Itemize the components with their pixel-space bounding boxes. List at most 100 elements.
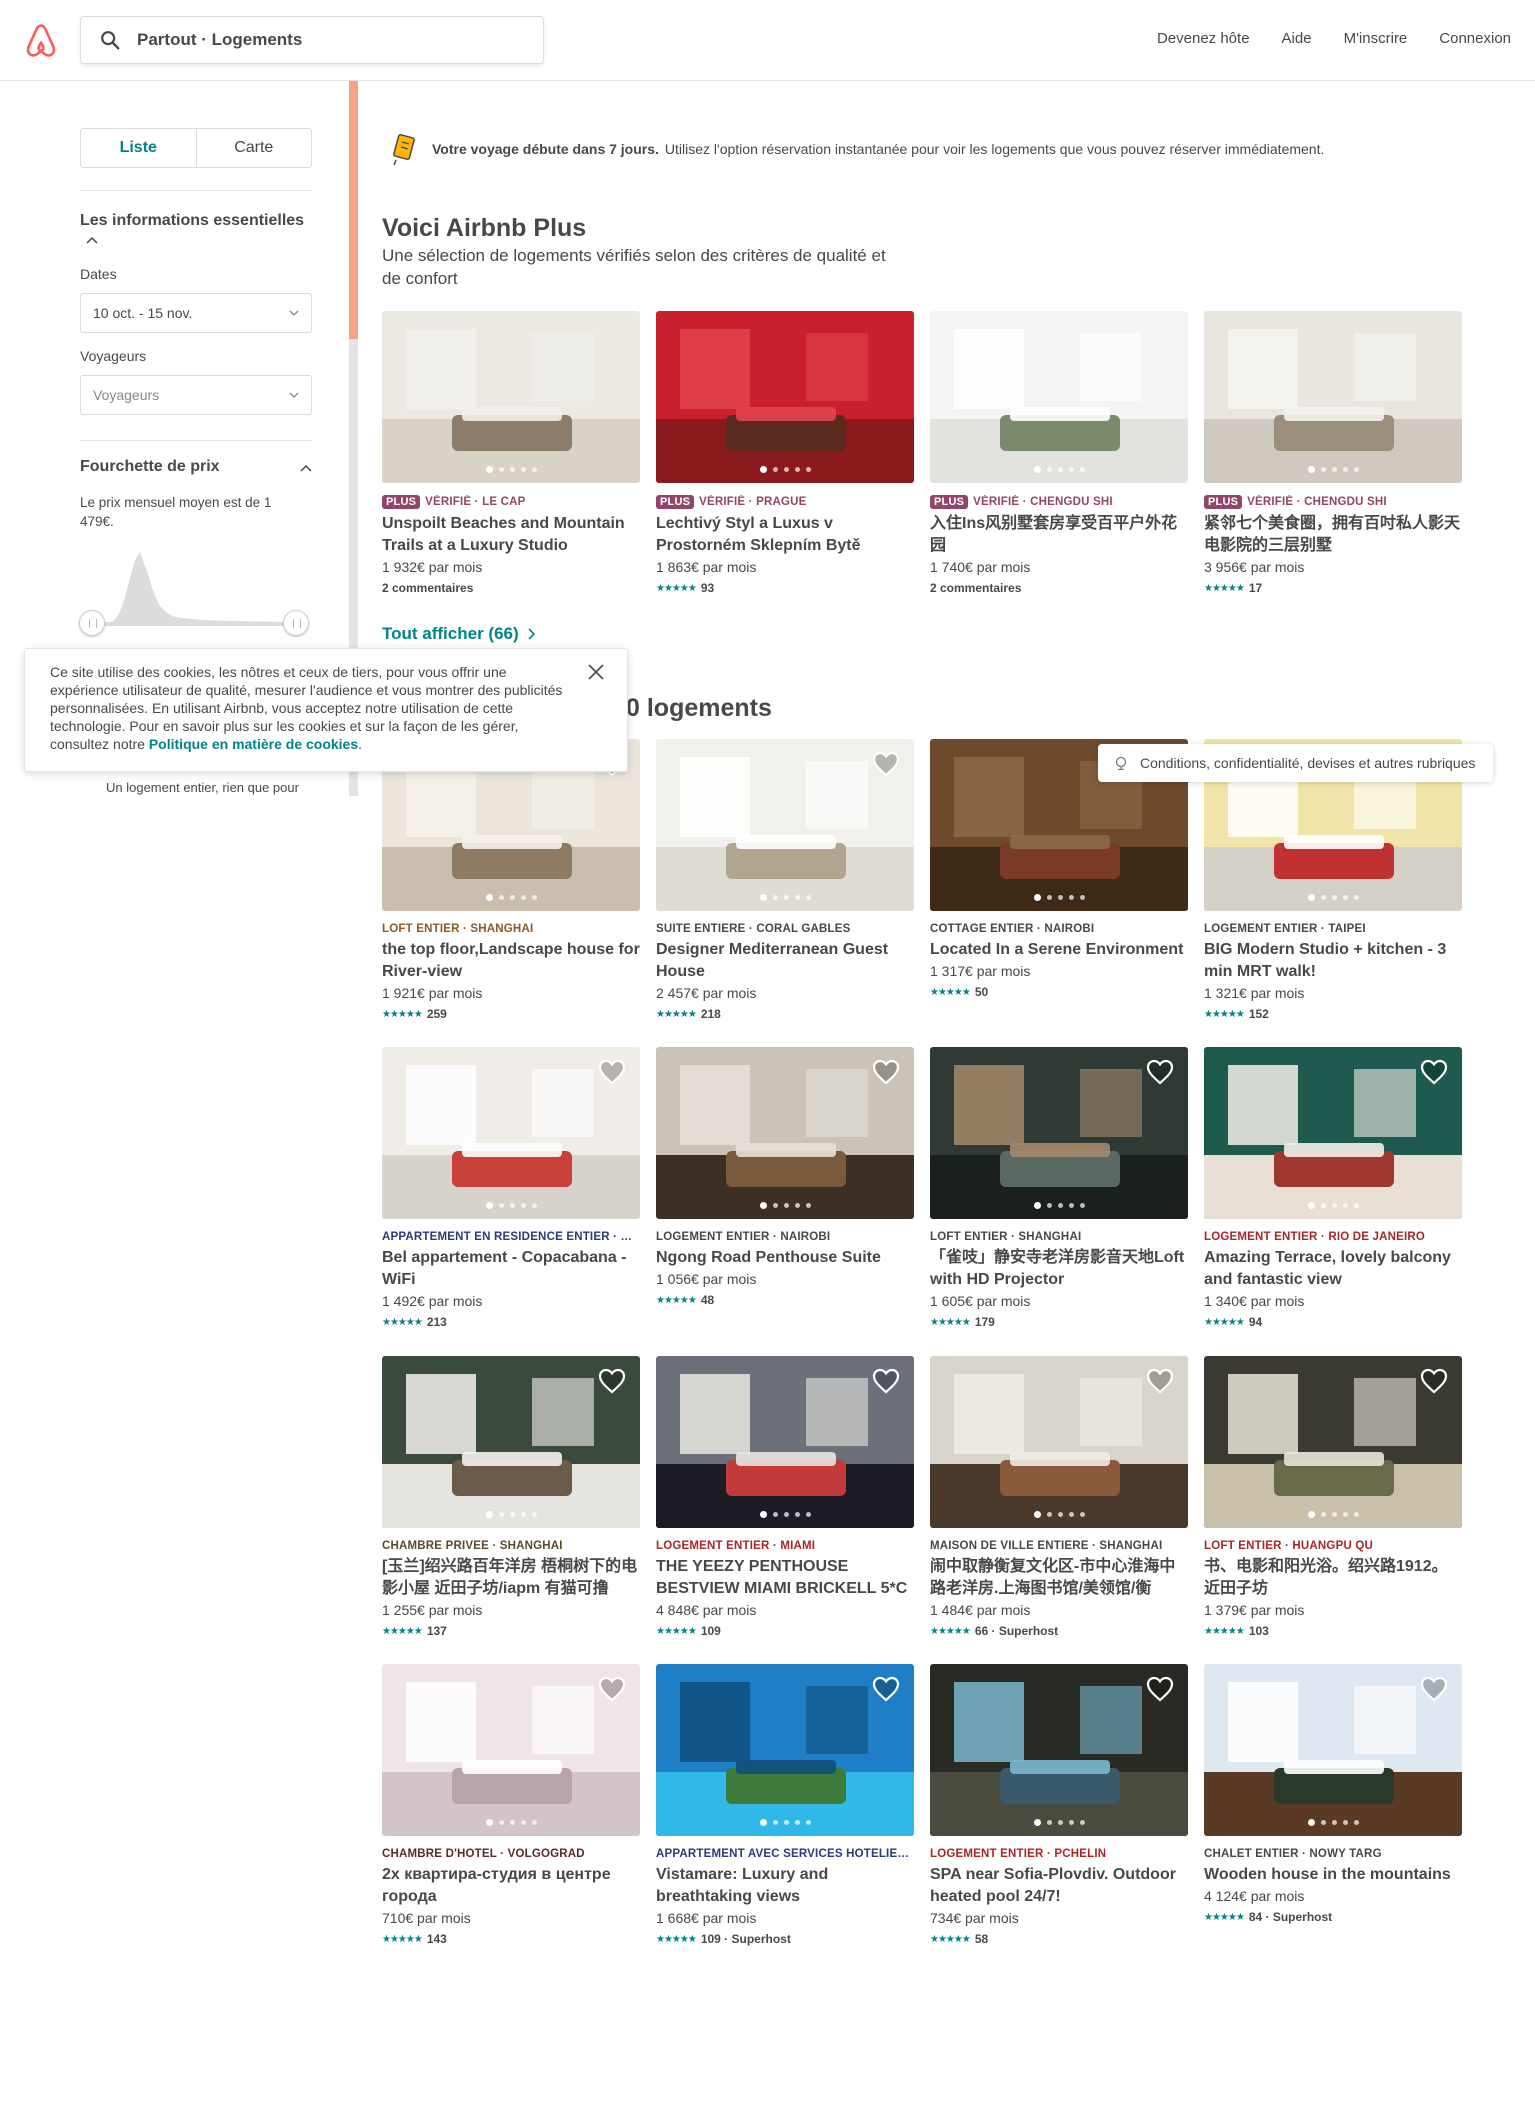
- listing-photo[interactable]: [1204, 311, 1462, 483]
- listing-name[interactable]: Unspoilt Beaches and Mountain Trails at …: [382, 513, 640, 557]
- nav-signup[interactable]: M'inscrire: [1344, 26, 1408, 51]
- chevron-up-icon[interactable]: [86, 236, 98, 244]
- listing-card[interactable]: LOGEMENT ENTIER · MIAMI THE YEEZY PENTHO…: [656, 1356, 914, 1638]
- price-slider-min-handle[interactable]: [79, 610, 105, 636]
- price-slider-max-handle[interactable]: [283, 610, 309, 636]
- listing-photo[interactable]: [1204, 1356, 1462, 1528]
- listing-name[interactable]: Wooden house in the mountains: [1204, 1864, 1462, 1886]
- carousel-dots[interactable]: [656, 1819, 914, 1826]
- listing-photo[interactable]: [1204, 1664, 1462, 1836]
- show-all-link[interactable]: Tout afficher (66): [382, 624, 535, 644]
- carousel-dots[interactable]: [382, 466, 640, 473]
- listing-photo[interactable]: [382, 1047, 640, 1219]
- carousel-dots[interactable]: [656, 466, 914, 473]
- listing-photo[interactable]: [1204, 1047, 1462, 1219]
- carousel-dots[interactable]: [656, 1511, 914, 1518]
- heart-icon[interactable]: [872, 1059, 900, 1085]
- plus-listing-card[interactable]: PLUS VÉRIFIÉ · CHENGDU SHI 紧邻七个美食圈，拥有百吋私人…: [1204, 311, 1462, 595]
- listing-photo[interactable]: [382, 1356, 640, 1528]
- listing-card[interactable]: MAISON DE VILLE ENTIÈRE · SHANGHAI 闹中取静衡…: [930, 1356, 1188, 1638]
- listing-name[interactable]: 紧邻七个美食圈，拥有百吋私人影天电影院的三层别墅: [1204, 513, 1462, 557]
- listing-photo[interactable]: [930, 1664, 1188, 1836]
- heart-icon[interactable]: [1146, 1059, 1174, 1085]
- carousel-dots[interactable]: [1204, 1202, 1462, 1209]
- listing-card[interactable]: LOFT ENTIER · SHANGHAÏ the top floor,Lan…: [382, 739, 640, 1021]
- listing-photo[interactable]: [656, 311, 914, 483]
- listing-photo[interactable]: [930, 1356, 1188, 1528]
- listing-name[interactable]: Ngong Road Penthouse Suite: [656, 1247, 914, 1269]
- heart-icon[interactable]: [1420, 1368, 1448, 1394]
- heart-icon[interactable]: [1146, 1368, 1174, 1394]
- carousel-dots[interactable]: [382, 1819, 640, 1826]
- listing-name[interactable]: [玉兰]绍兴路百年洋房 梧桐树下的电影小屋 近田子坊/iapm 有猫可撸: [382, 1556, 640, 1600]
- footer-links-button[interactable]: Conditions, confidentialité, devises et …: [1098, 744, 1494, 782]
- carousel-dots[interactable]: [656, 1202, 914, 1209]
- listing-name[interactable]: THE YEEZY PENTHOUSE BESTVIEW MIAMI BRICK…: [656, 1556, 914, 1600]
- listing-name[interactable]: 「雀吱」静安寺老洋房影音天地Loft with HD Projector: [930, 1247, 1188, 1291]
- carousel-dots[interactable]: [930, 1819, 1188, 1826]
- heart-icon[interactable]: [598, 1676, 626, 1702]
- listing-card[interactable]: CHALET ENTIER · NOWY TARG Wooden house i…: [1204, 1664, 1462, 1924]
- listing-card[interactable]: LOGEMENT ENTIER · NAIROBI Ngong Road Pen…: [656, 1047, 914, 1307]
- listing-name[interactable]: Bel appartement - Copacabana - WiFi: [382, 1247, 640, 1291]
- listing-name[interactable]: the top floor,Landscape house for River-…: [382, 939, 640, 983]
- carousel-dots[interactable]: [382, 1202, 640, 1209]
- carousel-dots[interactable]: [1204, 466, 1462, 473]
- listing-card[interactable]: LOFT ENTIER · HUANGPU QU 书、电影和阳光浴。绍兴路191…: [1204, 1356, 1462, 1638]
- listing-name[interactable]: BIG Modern Studio + kitchen - 3 min MRT …: [1204, 939, 1462, 983]
- carousel-dots[interactable]: [1204, 1819, 1462, 1826]
- heart-icon[interactable]: [872, 751, 900, 777]
- listing-name[interactable]: Vistamare: Luxury and breathtaking views: [656, 1864, 914, 1908]
- listing-photo[interactable]: [930, 1047, 1188, 1219]
- listing-photo[interactable]: [382, 1664, 640, 1836]
- listing-card[interactable]: APPARTEMENT EN RÉSIDENCE ENTIER · RI... …: [382, 1047, 640, 1329]
- listing-card[interactable]: LOGEMENT ENTIER · RIO DE JANEIRO Amazing…: [1204, 1047, 1462, 1329]
- listing-name[interactable]: 闹中取静衡复文化区-市中心淮海中路老洋房.上海图书馆/美领馆/衡: [930, 1556, 1188, 1600]
- nav-become-host[interactable]: Devenez hôte: [1157, 26, 1250, 51]
- listing-photo[interactable]: [930, 311, 1188, 483]
- carousel-dots[interactable]: [656, 894, 914, 901]
- airbnb-logo-icon[interactable]: [22, 22, 60, 60]
- carousel-dots[interactable]: [1204, 894, 1462, 901]
- listing-name[interactable]: Located In a Serene Environment: [930, 939, 1188, 961]
- listing-name[interactable]: 2х квартира-студия в центре города: [382, 1864, 640, 1908]
- heart-icon[interactable]: [1420, 1676, 1448, 1702]
- listing-photo[interactable]: [656, 1047, 914, 1219]
- plus-listing-card[interactable]: PLUS VÉRIFIÉ · PRAGUE Lechtivý Styl a Lux…: [656, 311, 914, 595]
- heart-icon[interactable]: [872, 1368, 900, 1394]
- carousel-dots[interactable]: [382, 894, 640, 901]
- search-bar[interactable]: Partout · Logements: [80, 16, 544, 64]
- cookie-policy-link[interactable]: Politique en matière de cookies: [149, 736, 358, 752]
- listing-card[interactable]: CHAMBRE D'HÔTEL · VOLGOGRAD 2х квартира-…: [382, 1664, 640, 1946]
- heart-icon[interactable]: [1146, 1676, 1174, 1702]
- listing-name[interactable]: Amazing Terrace, lovely balcony and fant…: [1204, 1247, 1462, 1291]
- price-range-title[interactable]: Fourchette de prix: [80, 458, 220, 476]
- dates-select[interactable]: 10 oct. - 15 nov.: [80, 293, 312, 333]
- listing-name[interactable]: SPA near Sofia-Plovdiv. Outdoor heated p…: [930, 1864, 1188, 1908]
- plus-listing-card[interactable]: PLUS VÉRIFIÉ · LE CAP Unspoilt Beaches an…: [382, 311, 640, 595]
- listing-name[interactable]: 书、电影和阳光浴。绍兴路1912。近田子坊: [1204, 1556, 1462, 1600]
- plus-listing-card[interactable]: PLUS VÉRIFIÉ · CHENGDU SHI 入住Ins风别墅套房享受百平…: [930, 311, 1188, 595]
- carousel-dots[interactable]: [930, 1511, 1188, 1518]
- carousel-dots[interactable]: [930, 894, 1188, 901]
- scrollbar-thumb[interactable]: [349, 81, 358, 339]
- map-view-button[interactable]: Carte: [197, 129, 312, 167]
- listing-card[interactable]: LOFT ENTIER · SHANGHAI 「雀吱」静安寺老洋房影音天地Lof…: [930, 1047, 1188, 1329]
- listing-photo[interactable]: [656, 739, 914, 911]
- carousel-dots[interactable]: [382, 1511, 640, 1518]
- travelers-select[interactable]: Voyageurs: [80, 375, 312, 415]
- close-icon[interactable]: [587, 663, 605, 681]
- carousel-dots[interactable]: [1204, 1511, 1462, 1518]
- heart-icon[interactable]: [598, 1368, 626, 1394]
- heart-icon[interactable]: [872, 1676, 900, 1702]
- carousel-dots[interactable]: [930, 1202, 1188, 1209]
- carousel-dots[interactable]: [930, 466, 1188, 473]
- listing-photo[interactable]: [656, 1664, 914, 1836]
- chevron-up-icon[interactable]: [300, 464, 312, 472]
- listing-card[interactable]: CHAMBRE PRIVÉE · SHANGHAI [玉兰]绍兴路百年洋房 梧桐…: [382, 1356, 640, 1638]
- listing-photo[interactable]: [656, 1356, 914, 1528]
- nav-login[interactable]: Connexion: [1439, 26, 1511, 51]
- list-view-button[interactable]: Liste: [81, 129, 197, 167]
- heart-icon[interactable]: [1420, 1059, 1448, 1085]
- listing-photo[interactable]: [382, 311, 640, 483]
